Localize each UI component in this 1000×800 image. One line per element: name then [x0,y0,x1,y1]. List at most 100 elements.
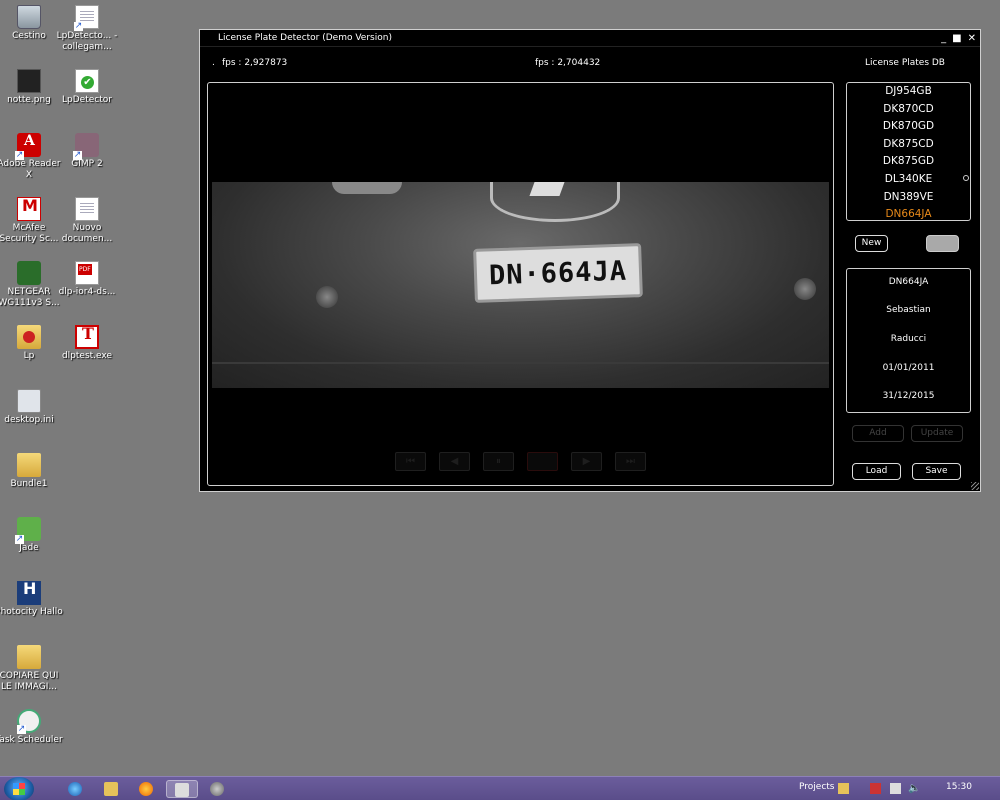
desktop-icon-label: LpDetecto... - collegam... [56,31,118,52]
list-item[interactable]: DJ954GB [847,83,970,101]
check-doc-icon [75,69,99,93]
detail-last-name: Raducci [890,334,927,344]
list-item-selected[interactable]: DN664JA [847,206,970,220]
color-swatch-button[interactable] [926,235,959,252]
taskbar: Projects 🔈 15:30 [0,776,1000,800]
next-frame-button[interactable]: ▶ [571,452,602,471]
list-item[interactable]: DK870GD [847,118,970,136]
fps-left: fps : 2,927873 [222,58,288,68]
desktop-icon-task-scheduler[interactable]: Task Scheduler [0,709,64,746]
desktop-icon-photocity[interactable]: Photocity Hallo [0,581,64,618]
adobe-reader-icon [15,133,41,160]
folder-icon [17,645,41,669]
desktop-icon-desktop-ini[interactable]: desktop.ini [0,389,64,426]
gimp-icon [73,133,99,160]
load-button[interactable]: Load [852,463,901,480]
detected-license-plate: DN·664JA [473,243,643,303]
netgear-icon [17,261,41,285]
minimize-button[interactable]: _ [941,30,946,47]
taskbar-ie[interactable] [60,780,92,798]
desktop-icon-label: Photocity Hallo [0,607,63,617]
list-item[interactable]: DK875CD [847,136,970,154]
fog-light-left [316,286,338,308]
folder-icon [17,453,41,477]
taskbar-firefox[interactable] [131,780,163,798]
desktop-icon-label: GIMP 2 [71,159,103,169]
list-item[interactable]: DK870CD [847,101,970,119]
detail-end-date: 31/12/2015 [882,391,935,401]
detail-start-date: 01/01/2011 [882,363,935,373]
add-button[interactable]: Add [852,425,904,442]
last-frame-button[interactable]: ⏭ [615,452,646,471]
desktop-icon-dlp-pdf[interactable]: dlp-ior4-ds... [52,261,122,298]
desktop-icon-lpdetector-shortcut[interactable]: LpDetecto... - collegam... [52,5,122,53]
car-logo [529,182,565,196]
clock[interactable]: 15:30 [946,782,972,792]
list-item[interactable]: DN389VE [847,189,970,207]
desktop-icon-lpdetector[interactable]: LpDetector [52,69,122,106]
detail-first-name: Sebastian [886,305,931,315]
license-plate-detector-window: License Plate Detector (Demo Version) _ … [199,29,981,492]
jade-icon [15,517,41,544]
desktop-icon-nuovo-documento[interactable]: Nuovo documen... [52,197,122,245]
tray-folder-icon[interactable] [838,783,849,794]
license-plates-db-title: License Plates DB [865,58,945,68]
scrollbar-thumb[interactable] [963,175,969,181]
bumper-line [212,362,829,364]
desktop-icon-label: Task Scheduler [0,735,63,745]
save-button[interactable]: Save [912,463,961,480]
fps-left-prefix: . [212,58,215,68]
desktop-icon-gimp[interactable]: GIMP 2 [52,133,122,170]
taskbar-lp-detector[interactable] [166,780,198,798]
maximize-button[interactable]: ■ [952,30,961,47]
video-panel: DN·664JA ⏮ ◀ ⏸ ▶ ⏭ [207,82,834,486]
action-center-icon[interactable] [890,783,901,794]
folder-icon [17,325,41,349]
window-title: License Plate Detector (Demo Version) [218,33,392,43]
taskbar-app[interactable] [202,780,234,798]
desktop-icon-label: Nuovo documen... [61,223,113,244]
app-window-icon [175,783,189,797]
first-frame-button[interactable]: ⏮ [395,452,426,471]
pdf-icon [75,261,99,285]
desktop-icon-label: LpDetector [62,95,112,105]
mcafee-icon [17,197,41,221]
close-button[interactable]: ✕ [968,30,976,47]
shortcut-icon [74,5,99,31]
firefox-icon [139,782,153,796]
list-item[interactable]: DL340KE [847,171,970,189]
list-item[interactable]: DK875GD [847,153,970,171]
app-icon [210,782,224,796]
taskbar-explorer[interactable] [96,780,128,798]
tray-projects-label[interactable]: Projects [799,782,834,792]
stop-button[interactable] [527,452,558,471]
media-controls: ⏮ ◀ ⏸ ▶ ⏭ [395,452,646,471]
internet-explorer-icon [68,782,82,796]
desktop-icon-label: COPIARE QUI LE IMMAGI... [0,671,59,692]
volume-icon[interactable]: 🔈 [908,783,920,794]
plate-list[interactable]: DJ954GB DK870CD DK870GD DK875CD DK875GD … [846,82,971,221]
folder-icon [104,782,118,796]
desktop-icon-copiare[interactable]: COPIARE QUI LE IMMAGI... [0,645,64,693]
resize-grip[interactable] [971,482,979,490]
exe-icon [75,325,99,349]
text-document-icon [75,197,99,221]
desktop-icon-label: Jade [19,543,39,553]
update-button[interactable]: Update [911,425,963,442]
detail-plate: DN664JA [888,277,929,287]
previous-frame-button[interactable]: ◀ [439,452,470,471]
new-button[interactable]: New [855,235,888,252]
network-icon[interactable] [870,783,881,794]
desktop-icon-jade[interactable]: Jade [0,517,64,554]
start-button[interactable] [4,777,34,800]
window-controls: _ ■ ✕ [941,30,976,47]
recycle-bin-icon [17,5,41,29]
desktop-icon-label: dlp-ior4-ds... [58,287,116,297]
desktop-icon-bundle1[interactable]: Bundle1 [0,453,64,490]
fog-light-right [794,278,816,300]
window-titlebar[interactable]: License Plate Detector (Demo Version) _ … [200,30,980,47]
desktop-icon-dlptest[interactable]: dlptest.exe [52,325,122,362]
pause-button[interactable]: ⏸ [483,452,514,471]
car-headlight [332,182,402,194]
plate-details-panel: DN664JA Sebastian Raducci 01/01/2011 31/… [846,268,971,413]
